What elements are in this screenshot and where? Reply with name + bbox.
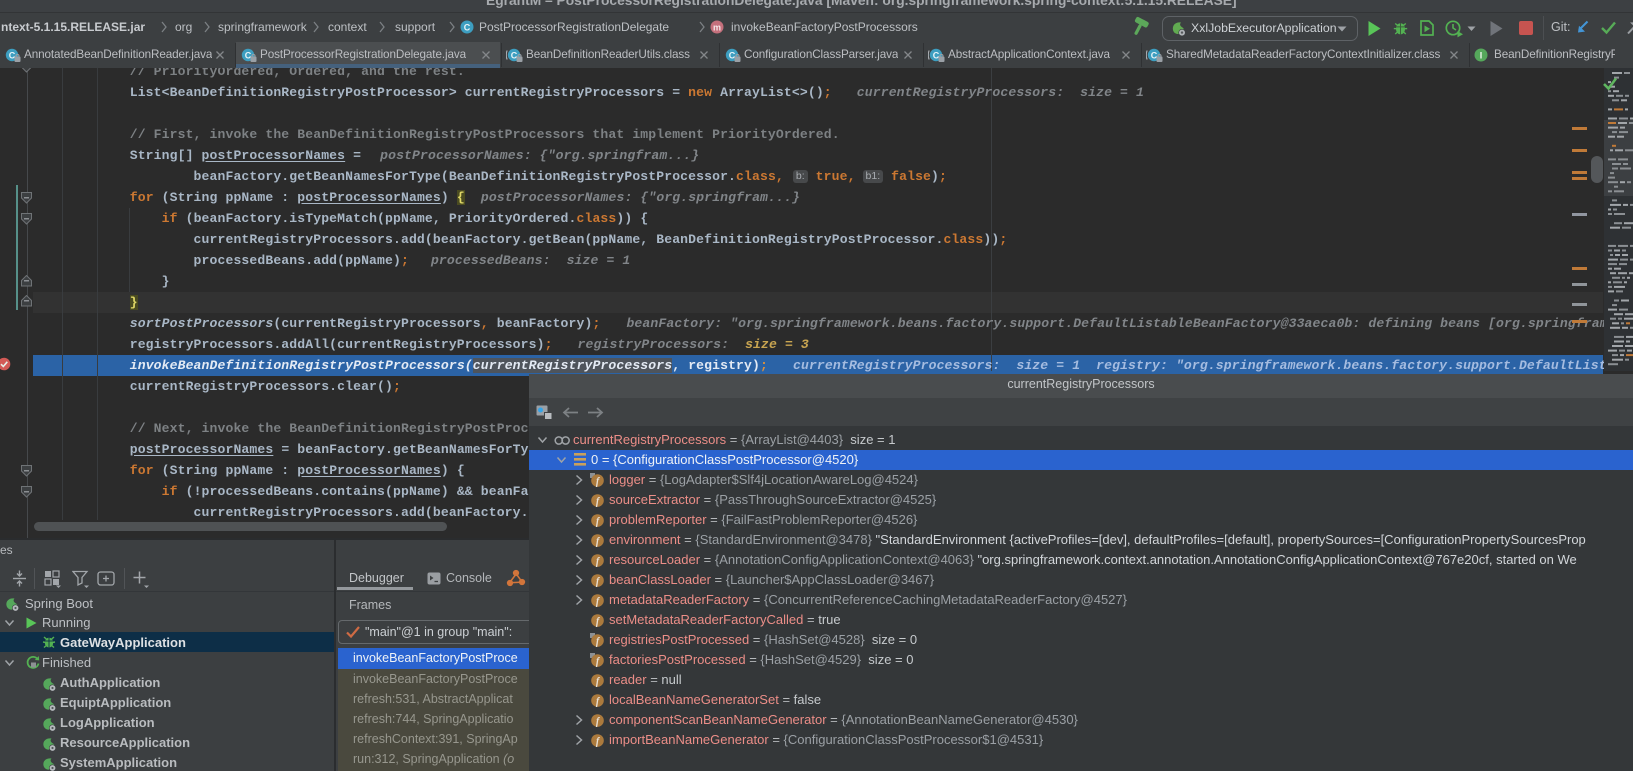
svg-text:C: C (464, 23, 471, 33)
svg-text:m: m (713, 23, 721, 33)
svg-text:I: I (1480, 51, 1483, 61)
